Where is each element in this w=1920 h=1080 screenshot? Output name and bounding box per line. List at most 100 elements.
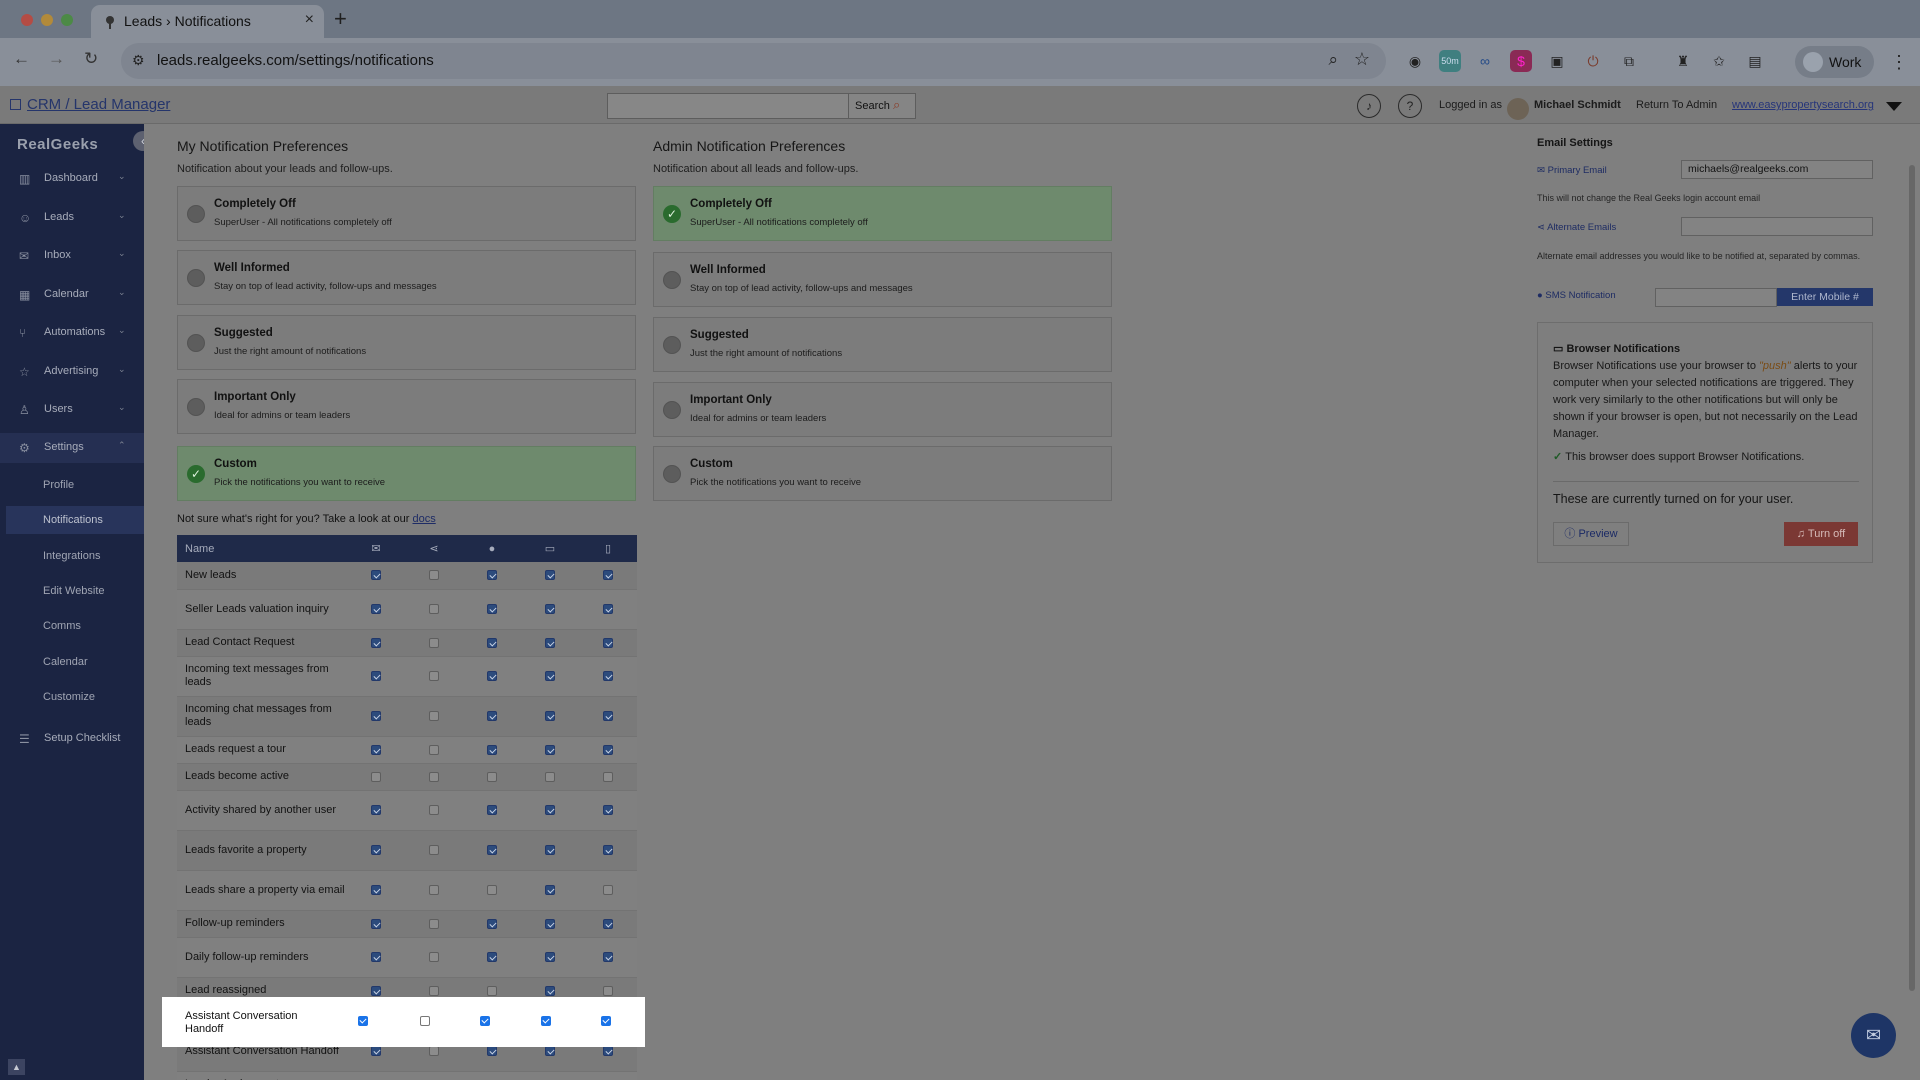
email-checkbox[interactable] <box>371 637 381 648</box>
email-checkbox[interactable] <box>371 771 381 782</box>
share-checkbox[interactable] <box>429 711 439 722</box>
sidebar-subitem-integrations[interactable]: Integrations <box>6 542 144 570</box>
my-pref-well-informed[interactable]: Well Informed Stay on top of lead activi… <box>177 250 636 305</box>
sidebar-subitem-notifications[interactable]: Notifications <box>6 506 144 534</box>
my-pref-completely-off[interactable]: Completely Off SuperUser - All notificat… <box>177 186 636 241</box>
radio-unchecked-icon[interactable] <box>663 465 681 483</box>
power-extension-icon[interactable]: ⏻ <box>1582 50 1604 72</box>
mobile-checkbox[interactable] <box>603 985 613 996</box>
share-checkbox[interactable] <box>429 885 439 896</box>
maximize-window-button[interactable] <box>61 14 73 26</box>
extensions-puzzle-icon[interactable]: ⧉ <box>1618 50 1640 72</box>
mobile-checkbox[interactable] <box>603 952 613 963</box>
desktop-checkbox[interactable] <box>545 885 555 896</box>
close-tab-icon[interactable]: × <box>305 11 314 29</box>
email-checkbox[interactable] <box>371 845 381 856</box>
share-checkbox[interactable] <box>429 637 439 648</box>
sidebar-item-setup-checklist[interactable]: ☰ Setup Checklist <box>0 724 144 754</box>
mobile-checkbox[interactable] <box>603 771 613 782</box>
share-checkbox[interactable] <box>420 1016 430 1026</box>
chat-checkbox[interactable] <box>487 671 497 682</box>
user-avatar[interactable] <box>1507 98 1529 120</box>
mobile-checkbox[interactable] <box>601 1016 611 1026</box>
email-checkbox[interactable] <box>371 885 381 896</box>
realgeeks-logo[interactable]: RealGeeks <box>17 136 98 153</box>
back-icon[interactable]: ← <box>13 49 30 69</box>
chat-checkbox[interactable] <box>487 805 497 816</box>
mobile-checkbox[interactable] <box>603 845 613 856</box>
chat-checkbox[interactable] <box>487 985 497 996</box>
chevron-down-icon[interactable] <box>1886 102 1902 111</box>
email-checkbox[interactable] <box>371 711 381 722</box>
timer-extension-icon[interactable]: 50m <box>1439 50 1461 72</box>
dollar-extension-icon[interactable]: $ <box>1510 50 1532 72</box>
email-checkbox[interactable] <box>358 1016 368 1026</box>
radio-unchecked-icon[interactable] <box>663 336 681 354</box>
mobile-checkbox[interactable] <box>603 604 613 615</box>
email-checkbox[interactable] <box>371 604 381 615</box>
desktop-checkbox[interactable] <box>545 570 555 581</box>
mobile-checkbox[interactable] <box>603 885 613 896</box>
chat-checkbox[interactable] <box>487 711 497 722</box>
share-checkbox[interactable] <box>429 744 439 755</box>
desktop-checkbox[interactable] <box>541 1016 551 1026</box>
desktop-checkbox[interactable] <box>545 671 555 682</box>
desktop-checkbox[interactable] <box>545 918 555 929</box>
user-name[interactable]: Michael Schmidt <box>1534 99 1621 111</box>
admin-pref-custom[interactable]: Custom Pick the notifications you want t… <box>653 446 1112 501</box>
browser-menu-icon[interactable]: ⋮ <box>1890 52 1908 73</box>
chat-checkbox[interactable] <box>487 885 497 896</box>
share-checkbox[interactable] <box>429 805 439 816</box>
chat-checkbox[interactable] <box>487 771 497 782</box>
sidebar-item-dashboard[interactable]: ▥ Dashboard ⌄ <box>0 164 144 194</box>
check-circle-icon[interactable]: ✓ <box>663 205 681 223</box>
scroll-up-icon[interactable]: ▲ <box>8 1059 25 1075</box>
website-link[interactable]: www.easypropertysearch.org <box>1732 99 1874 111</box>
password-extension-icon[interactable]: ◉ <box>1404 50 1426 72</box>
desktop-checkbox[interactable] <box>545 1046 555 1057</box>
radio-unchecked-icon[interactable] <box>663 401 681 419</box>
bell-icon[interactable]: ♪ <box>1357 94 1381 118</box>
chat-checkbox[interactable] <box>487 845 497 856</box>
highlighted-table-row[interactable]: Assistant Conversation Handoff <box>162 997 645 1047</box>
desktop-checkbox[interactable] <box>545 985 555 996</box>
mobile-checkbox[interactable] <box>603 918 613 929</box>
sidebar-subitem-customize[interactable]: Customize <box>6 683 144 711</box>
share-checkbox[interactable] <box>429 918 439 929</box>
chat-checkbox[interactable] <box>487 952 497 963</box>
share-checkbox[interactable] <box>429 671 439 682</box>
site-settings-icon[interactable]: ⚙ <box>132 52 145 69</box>
desktop-checkbox[interactable] <box>545 604 555 615</box>
chat-checkbox[interactable] <box>487 1046 497 1057</box>
page-scrollbar[interactable] <box>1909 165 1915 991</box>
sidebar-item-automations[interactable]: ⑂ Automations ⌄ <box>0 318 144 348</box>
share-checkbox[interactable] <box>429 604 439 615</box>
chat-checkbox[interactable] <box>487 604 497 615</box>
desktop-checkbox[interactable] <box>545 711 555 722</box>
search-button[interactable]: Search ⌕ <box>848 93 916 119</box>
mobile-checkbox[interactable] <box>603 744 613 755</box>
browser-tab[interactable]: Leads › Notifications × <box>91 5 324 39</box>
email-checkbox[interactable] <box>371 744 381 755</box>
share-checkbox[interactable] <box>429 985 439 996</box>
crm-link[interactable]: CRM / Lead Manager <box>27 96 170 113</box>
radio-unchecked-icon[interactable] <box>187 334 205 352</box>
profile-button[interactable]: Work <box>1795 46 1874 78</box>
email-checkbox[interactable] <box>371 1046 381 1057</box>
sidebar-subitem-edit-website[interactable]: Edit Website <box>6 577 144 605</box>
email-checkbox[interactable] <box>371 671 381 682</box>
chat-checkbox[interactable] <box>480 1016 490 1026</box>
admin-pref-completely-off[interactable]: ✓ Completely Off SuperUser - All notific… <box>653 186 1112 241</box>
admin-pref-important-only[interactable]: Important Only Ideal for admins or team … <box>653 382 1112 437</box>
link-extension-icon[interactable]: ∞ <box>1474 50 1496 72</box>
radio-unchecked-icon[interactable] <box>187 398 205 416</box>
share-checkbox[interactable] <box>429 570 439 581</box>
chat-checkbox[interactable] <box>487 637 497 648</box>
minimize-window-button[interactable] <box>41 14 53 26</box>
close-window-button[interactable] <box>21 14 33 26</box>
share-checkbox[interactable] <box>429 952 439 963</box>
chat-checkbox[interactable] <box>487 918 497 929</box>
primary-email-field[interactable]: michaels@realgeeks.com <box>1681 160 1873 179</box>
sidebar-item-leads[interactable]: ☺ Leads ⌄ <box>0 203 144 233</box>
crm-breadcrumb[interactable]: CRM / Lead Manager <box>10 96 170 113</box>
